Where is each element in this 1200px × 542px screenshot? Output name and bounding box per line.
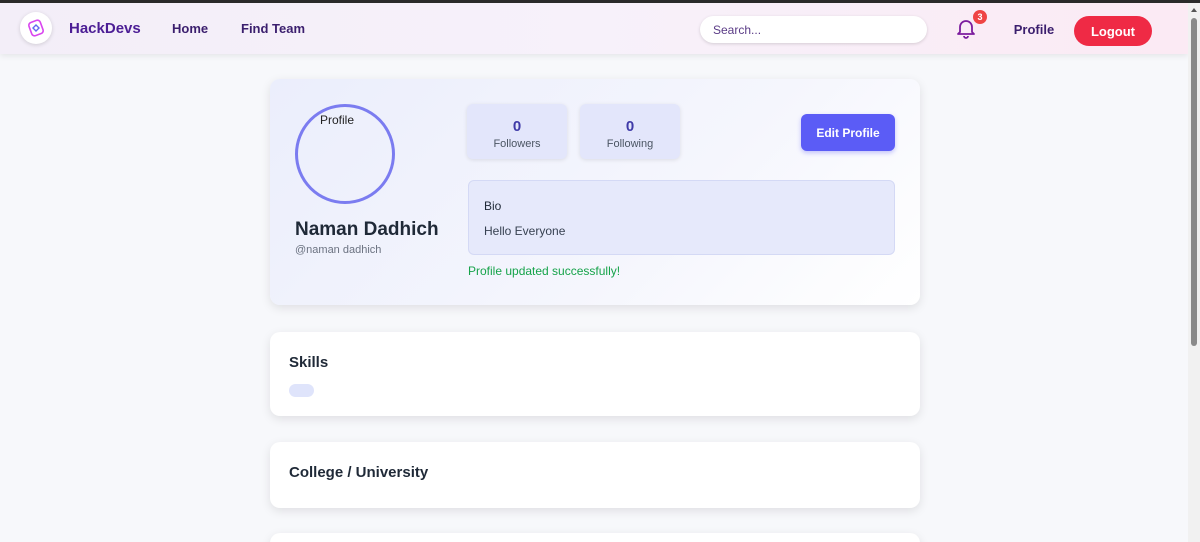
scroll-up-arrow-icon[interactable] <box>1191 8 1197 12</box>
followers-label: Followers <box>493 138 541 150</box>
followers-stat[interactable]: 0 Followers <box>467 104 567 159</box>
navbar: HackDevs Home Find Team 3 Profile Logout <box>0 3 1188 54</box>
college-title: College / University <box>289 464 429 481</box>
following-label: Following <box>606 138 654 150</box>
profile-name: Naman Dadhich <box>295 219 439 240</box>
avatar-alt-text: Profile <box>320 113 355 127</box>
college-card: College / University <box>270 442 920 508</box>
skill-chip-empty <box>289 384 314 397</box>
hackdevs-logo-icon[interactable] <box>20 12 52 44</box>
notification-count-badge: 3 <box>973 10 987 24</box>
logout-button[interactable]: Logout <box>1074 16 1152 46</box>
profile-card: Profile Naman Dadhich @naman dadhich 0 F… <box>270 79 920 305</box>
following-stat[interactable]: 0 Following <box>580 104 680 159</box>
nav-profile-link[interactable]: Profile <box>1006 16 1062 43</box>
page-scrollbar[interactable] <box>1188 3 1200 542</box>
search-input[interactable] <box>700 16 927 43</box>
skills-card: Skills <box>270 332 920 416</box>
followers-count: 0 <box>512 118 522 135</box>
brand-name[interactable]: HackDevs <box>69 20 141 37</box>
success-message: Profile updated successfully! <box>468 264 621 278</box>
bio-text: Hello Everyone <box>484 224 566 238</box>
skills-title: Skills <box>289 354 329 371</box>
edit-profile-button[interactable]: Edit Profile <box>801 114 895 151</box>
profile-avatar: Profile <box>295 104 395 204</box>
following-count: 0 <box>625 118 635 135</box>
scrollbar-thumb[interactable] <box>1191 18 1197 346</box>
bio-title: Bio <box>484 199 502 213</box>
next-section-card <box>270 533 920 542</box>
nav-link-home[interactable]: Home <box>172 21 208 36</box>
bio-box: Bio Hello Everyone <box>468 180 895 255</box>
profile-username: @naman dadhich <box>295 244 382 256</box>
nav-link-find-team[interactable]: Find Team <box>241 21 305 36</box>
